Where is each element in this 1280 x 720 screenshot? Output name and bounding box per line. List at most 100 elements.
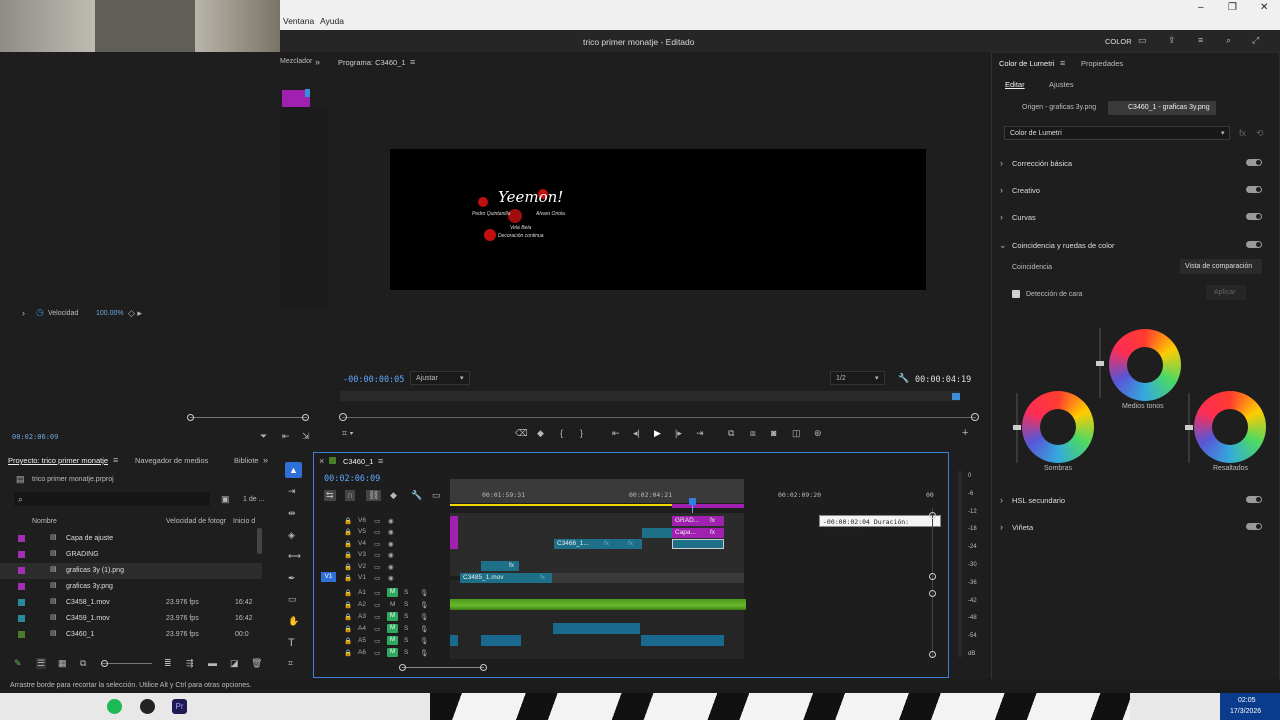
lock-icon[interactable]: 🔒	[344, 625, 352, 633]
type-icon[interactable]: T	[288, 638, 295, 649]
playhead[interactable]	[689, 498, 696, 505]
col-start[interactable]: Inicio d	[233, 518, 255, 525]
scroll-handle-right[interactable]	[971, 413, 979, 421]
clip-grading[interactable]: GRAD... fx	[672, 516, 724, 526]
sync-icon[interactable]: ▭	[374, 601, 380, 609]
track-select-icon[interactable]: ⇥	[288, 487, 296, 496]
lock-icon[interactable]: 🔒	[344, 528, 352, 536]
clip-v2[interactable]: fx	[481, 561, 519, 571]
snap-icon[interactable]: ∩	[345, 490, 356, 501]
workspace-color[interactable]: COLOR	[1105, 37, 1132, 46]
eye-icon[interactable]: ◉	[388, 540, 394, 548]
reset-icon[interactable]: ⟲	[1256, 129, 1264, 138]
zoom-handle-left[interactable]	[187, 414, 194, 421]
add-button-icon[interactable]: +	[962, 428, 968, 439]
ripple-edit-icon[interactable]: ⇹	[288, 509, 296, 518]
marker-icon[interactable]: ◆	[390, 491, 397, 500]
vscroll-bottom[interactable]	[929, 651, 936, 658]
export-icon[interactable]: ⇲	[302, 432, 310, 441]
project-item[interactable]: ▤ GRADING	[0, 547, 262, 563]
audio-track-header[interactable]: 🔒 A5 ▭ M S 🎙	[342, 636, 442, 647]
clip-c3485[interactable]: C3485_1.mov fx	[460, 573, 552, 583]
sync-icon[interactable]: ▭	[374, 613, 380, 621]
mute-button[interactable]: M	[387, 612, 398, 621]
program-ruler[interactable]	[340, 391, 960, 401]
sync-icon[interactable]: ▭	[374, 589, 380, 597]
audio-clip-a5-1[interactable]	[450, 635, 458, 646]
program-current-timecode[interactable]: -00:00:00:05	[343, 375, 404, 385]
lock-icon[interactable]: 🔒	[344, 601, 352, 609]
caption-track-icon[interactable]: ▭	[432, 491, 441, 500]
chevron-right-icon[interactable]: »	[315, 58, 320, 67]
comparison-view-button[interactable]: Vista de comparación	[1180, 259, 1262, 274]
expand-icon[interactable]: ›	[22, 309, 25, 318]
close-tab-icon[interactable]: ×	[319, 457, 324, 466]
program-title[interactable]: Programa: C3460_1	[338, 58, 406, 67]
audio-clip-a2[interactable]	[450, 599, 746, 610]
project-search-input[interactable]: ⌕	[14, 492, 210, 506]
selection-tool-icon[interactable]: ▲	[285, 462, 302, 478]
fit-dropdown[interactable]: Ajustar ▾	[410, 371, 470, 385]
timeline-timecode[interactable]: 00:02:06:09	[324, 474, 380, 484]
vscroll-audio-top[interactable]	[929, 590, 936, 597]
sync-icon[interactable]: ▭	[374, 551, 380, 559]
razor-icon[interactable]: ◈	[288, 531, 295, 540]
mute-button[interactable]: M	[387, 588, 398, 597]
solo-button[interactable]: S	[404, 625, 408, 632]
mezclador-tab[interactable]: Mezclador	[280, 58, 312, 65]
menu-icon[interactable]: ≡	[378, 457, 383, 466]
go-to-out-icon[interactable]: ⇥	[696, 429, 704, 438]
sync-icon[interactable]: ▭	[374, 574, 380, 582]
face-detection-checkbox[interactable]	[1012, 290, 1020, 298]
project-item[interactable]: ▤ graficas 3y (1).png	[0, 563, 262, 579]
tab-lumetri[interactable]: Color de Lumetri	[999, 59, 1054, 68]
wrench-icon[interactable]: 🔧	[898, 374, 909, 383]
tab-editar[interactable]: Editar	[1005, 80, 1025, 89]
filter-icon[interactable]: ⏷	[260, 432, 267, 441]
lock-icon[interactable]: 🔒	[344, 517, 352, 525]
solo-button[interactable]: S	[404, 637, 408, 644]
clip-c3466-tail[interactable]	[642, 528, 672, 538]
apply-button[interactable]: Aplicar	[1206, 285, 1246, 300]
col-fps[interactable]: Velocidad de fotogr	[166, 518, 226, 525]
project-item[interactable]: ▤ C3459_1.mov 23.976 fps 16:42	[0, 611, 262, 627]
video-preview[interactable]: Yeemon! Pedro Quintanilla Alvaro Oriola …	[390, 149, 926, 290]
section-coincidencia[interactable]: ⌄ Coincidencia y ruedas de color	[992, 235, 1280, 255]
pencil-icon[interactable]: ✎	[14, 659, 22, 668]
midtones-wheel[interactable]	[1109, 329, 1181, 401]
timeline-tab[interactable]: C3460_1	[343, 457, 373, 466]
menu-ayuda[interactable]: Ayuda	[320, 16, 344, 26]
go-to-in-icon[interactable]: ⇤	[612, 429, 620, 438]
zoom-slider-handle[interactable]	[101, 660, 108, 667]
zoom-handle-right[interactable]	[302, 414, 309, 421]
icon-view-icon[interactable]: ▦	[58, 659, 67, 668]
mic-icon[interactable]: 🎙	[420, 589, 428, 597]
clip-capa[interactable]: Capa... fx	[672, 528, 724, 538]
project-item[interactable]: ▤ Capa de ajuste	[0, 531, 262, 547]
clip-c3466[interactable]: C3466_1... fx fx	[554, 539, 642, 549]
mute-button[interactable]: M	[387, 624, 398, 633]
lock-icon[interactable]: 🔒	[344, 637, 352, 645]
section-vineta[interactable]: › Viñeta	[992, 517, 1280, 537]
mute-button[interactable]: M	[387, 636, 398, 645]
audio-track-header[interactable]: 🔒 A3 ▭ M S 🎙	[342, 612, 442, 623]
mic-icon[interactable]: 🎙	[420, 625, 428, 633]
effect-timecode[interactable]: 00:02:06:09	[12, 433, 58, 441]
clock-area[interactable]: 02:05 17/3/2026	[1220, 693, 1280, 720]
marker-icon[interactable]: ◆	[537, 429, 544, 438]
step-back-icon[interactable]: ◂|	[633, 429, 640, 438]
adjustment-clip[interactable]	[450, 516, 458, 549]
section-curvas[interactable]: › Curvas	[992, 207, 1280, 227]
mark-out-icon[interactable]: }	[580, 429, 583, 438]
section-toggle[interactable]	[1246, 186, 1262, 193]
shadows-wheel[interactable]	[1022, 391, 1094, 463]
vr-icon[interactable]: ⊛	[814, 429, 822, 438]
lock-icon[interactable]: 🔒	[344, 574, 352, 582]
v1-source-patch[interactable]: V1	[321, 572, 336, 582]
share-icon[interactable]: ⇪	[1168, 36, 1176, 45]
project-item[interactable]: ▤ graficas 3y.png	[0, 579, 262, 595]
linked-icon[interactable]: ⛓	[366, 490, 382, 501]
mic-icon[interactable]: 🎙	[420, 637, 428, 645]
section-toggle[interactable]	[1246, 159, 1262, 166]
caption-icon[interactable]: ⌗	[288, 659, 293, 668]
